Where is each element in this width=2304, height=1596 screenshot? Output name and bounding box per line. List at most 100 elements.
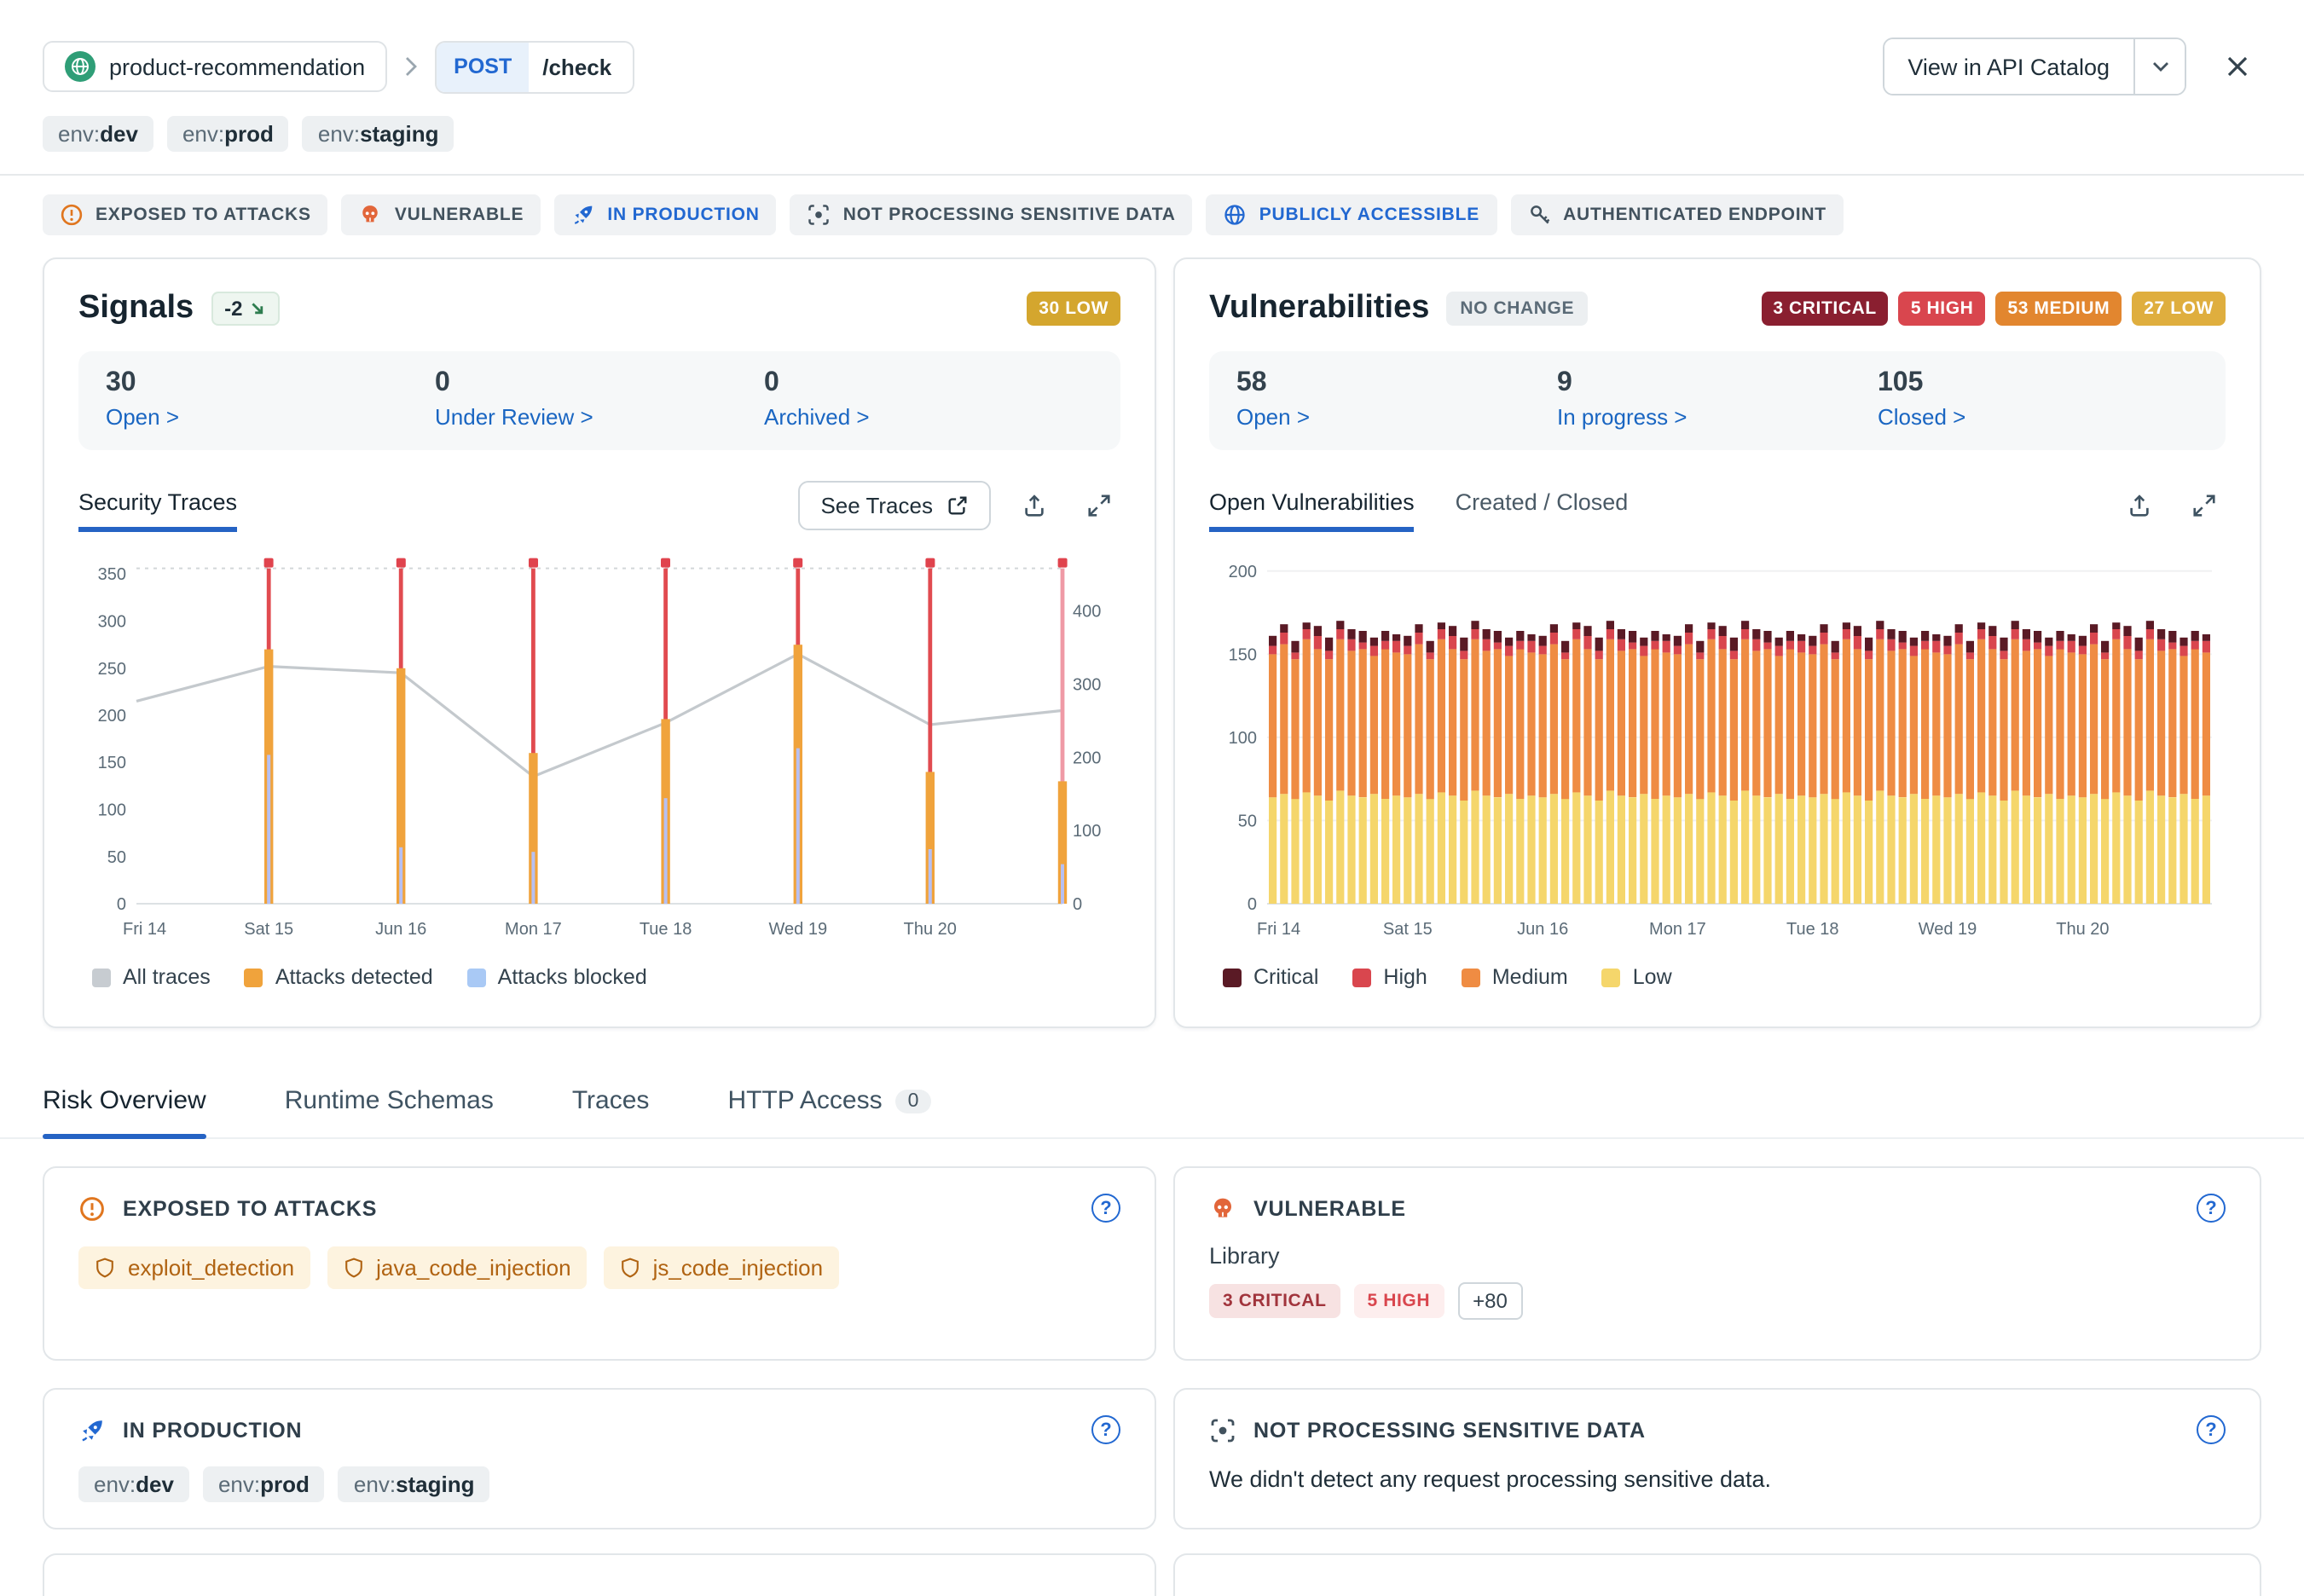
export-button[interactable] xyxy=(1011,483,1056,527)
svg-text:400: 400 xyxy=(1073,603,1101,622)
globe-icon xyxy=(1224,203,1248,227)
env-tag-prefix: env: xyxy=(94,1472,136,1497)
library-chip-more[interactable]: +80 xyxy=(1457,1282,1523,1320)
signals-title: Signals xyxy=(78,290,194,327)
rocket-icon xyxy=(78,1416,106,1443)
catalog-dropdown-button[interactable] xyxy=(2133,39,2185,94)
expand-button[interactable] xyxy=(2181,483,2226,527)
stat-link[interactable]: Archived > xyxy=(764,404,870,430)
vulnerabilities-card-header: Vulnerabilities NO CHANGE 3 CRITICAL5 HI… xyxy=(1209,290,2226,327)
library-chip-critical[interactable]: 3 CRITICAL xyxy=(1209,1284,1340,1318)
stat-link[interactable]: Open > xyxy=(1236,404,1310,430)
partial-card xyxy=(43,1553,1156,1596)
help-icon[interactable] xyxy=(2197,1415,2226,1444)
legend-item[interactable]: Low xyxy=(1602,965,1672,989)
help-icon[interactable] xyxy=(2197,1194,2226,1223)
expand-icon xyxy=(2191,492,2216,518)
help-icon[interactable] xyxy=(1091,1194,1120,1223)
tab-http-access[interactable]: HTTP Access0 xyxy=(727,1086,930,1137)
svg-text:Thu 20: Thu 20 xyxy=(2056,920,2109,939)
stat: 0Under Review > xyxy=(435,368,764,433)
service-chip[interactable]: product-recommendation xyxy=(43,41,387,92)
legend-item[interactable]: Critical xyxy=(1223,965,1318,989)
export-icon xyxy=(2126,492,2151,518)
threat-chip[interactable]: js_code_injection xyxy=(604,1246,838,1289)
endpoint-chip[interactable]: POST /check xyxy=(435,40,634,93)
env-tag-value: staging xyxy=(396,1472,474,1497)
production-card-title: IN PRODUCTION xyxy=(123,1418,302,1442)
status-badge-label: NOT PROCESSING SENSITIVE DATA xyxy=(843,205,1176,225)
status-badge-vulnerable: VULNERABLE xyxy=(342,194,541,235)
see-traces-button[interactable]: See Traces xyxy=(798,480,991,529)
help-icon[interactable] xyxy=(1091,1415,1120,1444)
tab-open-vulnerabilities[interactable]: Open Vulnerabilities xyxy=(1209,489,1415,532)
svg-text:200: 200 xyxy=(1073,749,1101,767)
stat: 9In progress > xyxy=(1557,368,1878,433)
signals-chart[interactable]: 0501001502002503003500100200300400Fri 14… xyxy=(78,539,1124,962)
severity-badge: 5 HIGH xyxy=(1899,292,1986,326)
next-cards-sliver xyxy=(0,1530,2304,1596)
tab-label: Risk Overview xyxy=(43,1086,206,1115)
legend-label: Attacks blocked xyxy=(498,965,647,989)
stat: 0Archived > xyxy=(764,368,1093,433)
tab-runtime-schemas[interactable]: Runtime Schemas xyxy=(285,1086,494,1137)
close-button[interactable] xyxy=(2214,43,2261,90)
env-tag: env:dev xyxy=(43,116,153,152)
signals-delta-value: -2 xyxy=(224,297,242,321)
legend-item[interactable]: Medium xyxy=(1462,965,1568,989)
tab-risk-overview[interactable]: Risk Overview xyxy=(43,1086,206,1137)
library-chip-high[interactable]: 5 HIGH xyxy=(1354,1284,1444,1318)
svg-text:Tue 18: Tue 18 xyxy=(640,920,692,939)
svg-text:Fri 14: Fri 14 xyxy=(123,920,166,939)
key-icon xyxy=(1527,203,1551,227)
svg-text:50: 50 xyxy=(107,848,126,867)
svg-text:Mon 17: Mon 17 xyxy=(1649,920,1706,939)
legend-item[interactable]: Attacks blocked xyxy=(467,965,647,989)
exposed-to-attacks-card: EXPOSED TO ATTACKS exploit_detectionjava… xyxy=(43,1166,1156,1361)
signals-low-badge: 30 LOW xyxy=(1027,292,1120,326)
svg-text:250: 250 xyxy=(98,660,126,679)
legend-swatch xyxy=(1462,968,1480,986)
threat-chip-label: java_code_injection xyxy=(376,1255,570,1281)
legend-item[interactable]: Attacks detected xyxy=(245,965,433,989)
warning-icon xyxy=(78,1194,106,1222)
tab-label: Runtime Schemas xyxy=(285,1086,494,1115)
see-traces-label: See Traces xyxy=(820,492,933,518)
threat-chip[interactable]: exploit_detection xyxy=(78,1246,310,1289)
rocket-icon xyxy=(571,203,595,227)
stat-link[interactable]: Under Review > xyxy=(435,404,593,430)
sensitive-data-card: NOT PROCESSING SENSITIVE DATA We didn't … xyxy=(1173,1388,2261,1530)
legend-swatch xyxy=(245,968,263,986)
expand-button[interactable] xyxy=(1076,483,1120,527)
svg-text:300: 300 xyxy=(1073,675,1101,694)
env-tag-prefix: env: xyxy=(354,1472,396,1497)
svg-text:0: 0 xyxy=(1073,895,1082,914)
threat-chip[interactable]: java_code_injection xyxy=(327,1246,586,1289)
legend-item[interactable]: All traces xyxy=(92,965,211,989)
vulnerabilities-card: Vulnerabilities NO CHANGE 3 CRITICAL5 HI… xyxy=(1173,257,2261,1028)
status-badge-label: AUTHENTICATED ENDPOINT xyxy=(1563,205,1826,225)
sensitive-card-header: NOT PROCESSING SENSITIVE DATA xyxy=(1209,1415,2226,1444)
external-link-icon xyxy=(946,494,969,516)
vulnerable-card: VULNERABLE Library 3 CRITICAL5 HIGH+80 xyxy=(1173,1166,2261,1361)
partial-card xyxy=(1173,1553,2261,1596)
svg-text:0: 0 xyxy=(117,895,126,914)
legend-label: All traces xyxy=(123,965,211,989)
view-in-api-catalog-button[interactable]: View in API Catalog xyxy=(1884,39,2133,94)
close-icon xyxy=(2226,55,2249,78)
tab-created-closed[interactable]: Created / Closed xyxy=(1456,489,1629,532)
svg-text:Wed 19: Wed 19 xyxy=(769,920,828,939)
tab-traces[interactable]: Traces xyxy=(572,1086,650,1137)
stat-link[interactable]: In progress > xyxy=(1557,404,1687,430)
vulnerabilities-chart[interactable]: 050100150200Fri 14Sat 15Jun 16Mon 17Tue … xyxy=(1209,539,2229,962)
library-severity-chips: 3 CRITICAL 5 HIGH +80 xyxy=(1209,1282,2226,1320)
stat-link[interactable]: Open > xyxy=(106,404,179,430)
service-avatar xyxy=(65,51,96,82)
tab-security-traces[interactable]: Security Traces xyxy=(78,489,237,532)
stat-link[interactable]: Closed > xyxy=(1878,404,1965,430)
legend-item[interactable]: High xyxy=(1352,965,1427,989)
export-button[interactable] xyxy=(2116,483,2161,527)
vulnerabilities-title: Vulnerabilities xyxy=(1209,290,1429,327)
api-endpoint-panel: product-recommendation POST /check View … xyxy=(0,0,2304,1564)
legend-swatch xyxy=(467,968,486,986)
